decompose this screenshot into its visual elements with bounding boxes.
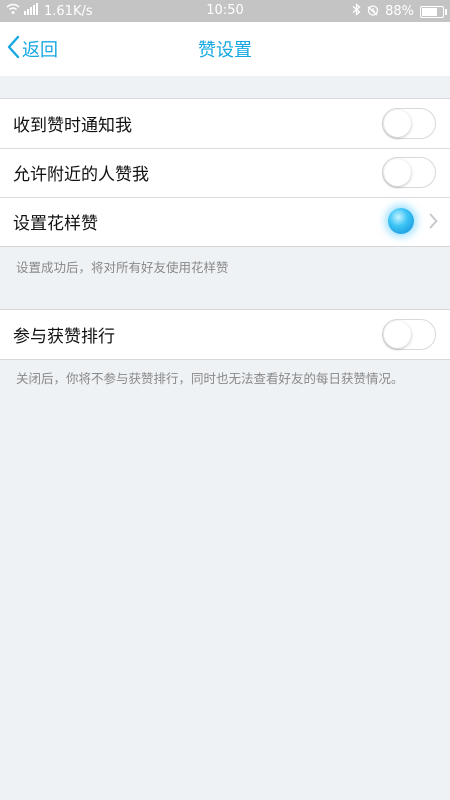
settings-group-1: 收到赞时通知我 允许附近的人赞我 设置花样赞 [0,98,450,247]
row-label: 参与获赞排行 [13,327,115,347]
chevron-right-icon [429,213,438,233]
group1-note: 设置成功后，将对所有好友使用花样赞 [16,260,229,275]
status-bar: 1.61K/s 10:50 88% [0,0,450,22]
like-notify-toggle[interactable] [382,108,436,139]
sparkle-orb-icon [388,208,414,234]
battery-icon [420,5,447,18]
toggle-knob [384,110,411,137]
alarm-icon [367,4,379,20]
row-label: 允许附近的人赞我 [13,165,149,185]
toggle-knob [384,321,411,348]
row-like-ranking[interactable]: 参与获赞排行 [0,310,450,359]
row-label: 收到赞时通知我 [13,116,132,136]
page-title: 赞设置 [198,40,252,61]
group2-note: 关闭后，你将不参与获赞排行，同时也无法查看好友的每日获赞情况。 [16,371,404,386]
nav-bar: 返回 赞设置 [0,22,450,76]
bluetooth-icon [352,3,361,20]
status-right: 88% [352,3,447,20]
settings-group-2: 参与获赞排行 [0,309,450,360]
like-ranking-toggle[interactable] [382,319,436,350]
battery-percent: 88% [385,4,414,19]
toggle-knob [384,159,411,186]
row-label: 设置花样赞 [13,214,98,234]
row-like-notify[interactable]: 收到赞时通知我 [0,99,450,148]
row-fancy-like[interactable]: 设置花样赞 [0,197,450,246]
nearby-like-toggle[interactable] [382,157,436,188]
row-nearby-like[interactable]: 允许附近的人赞我 [0,148,450,197]
